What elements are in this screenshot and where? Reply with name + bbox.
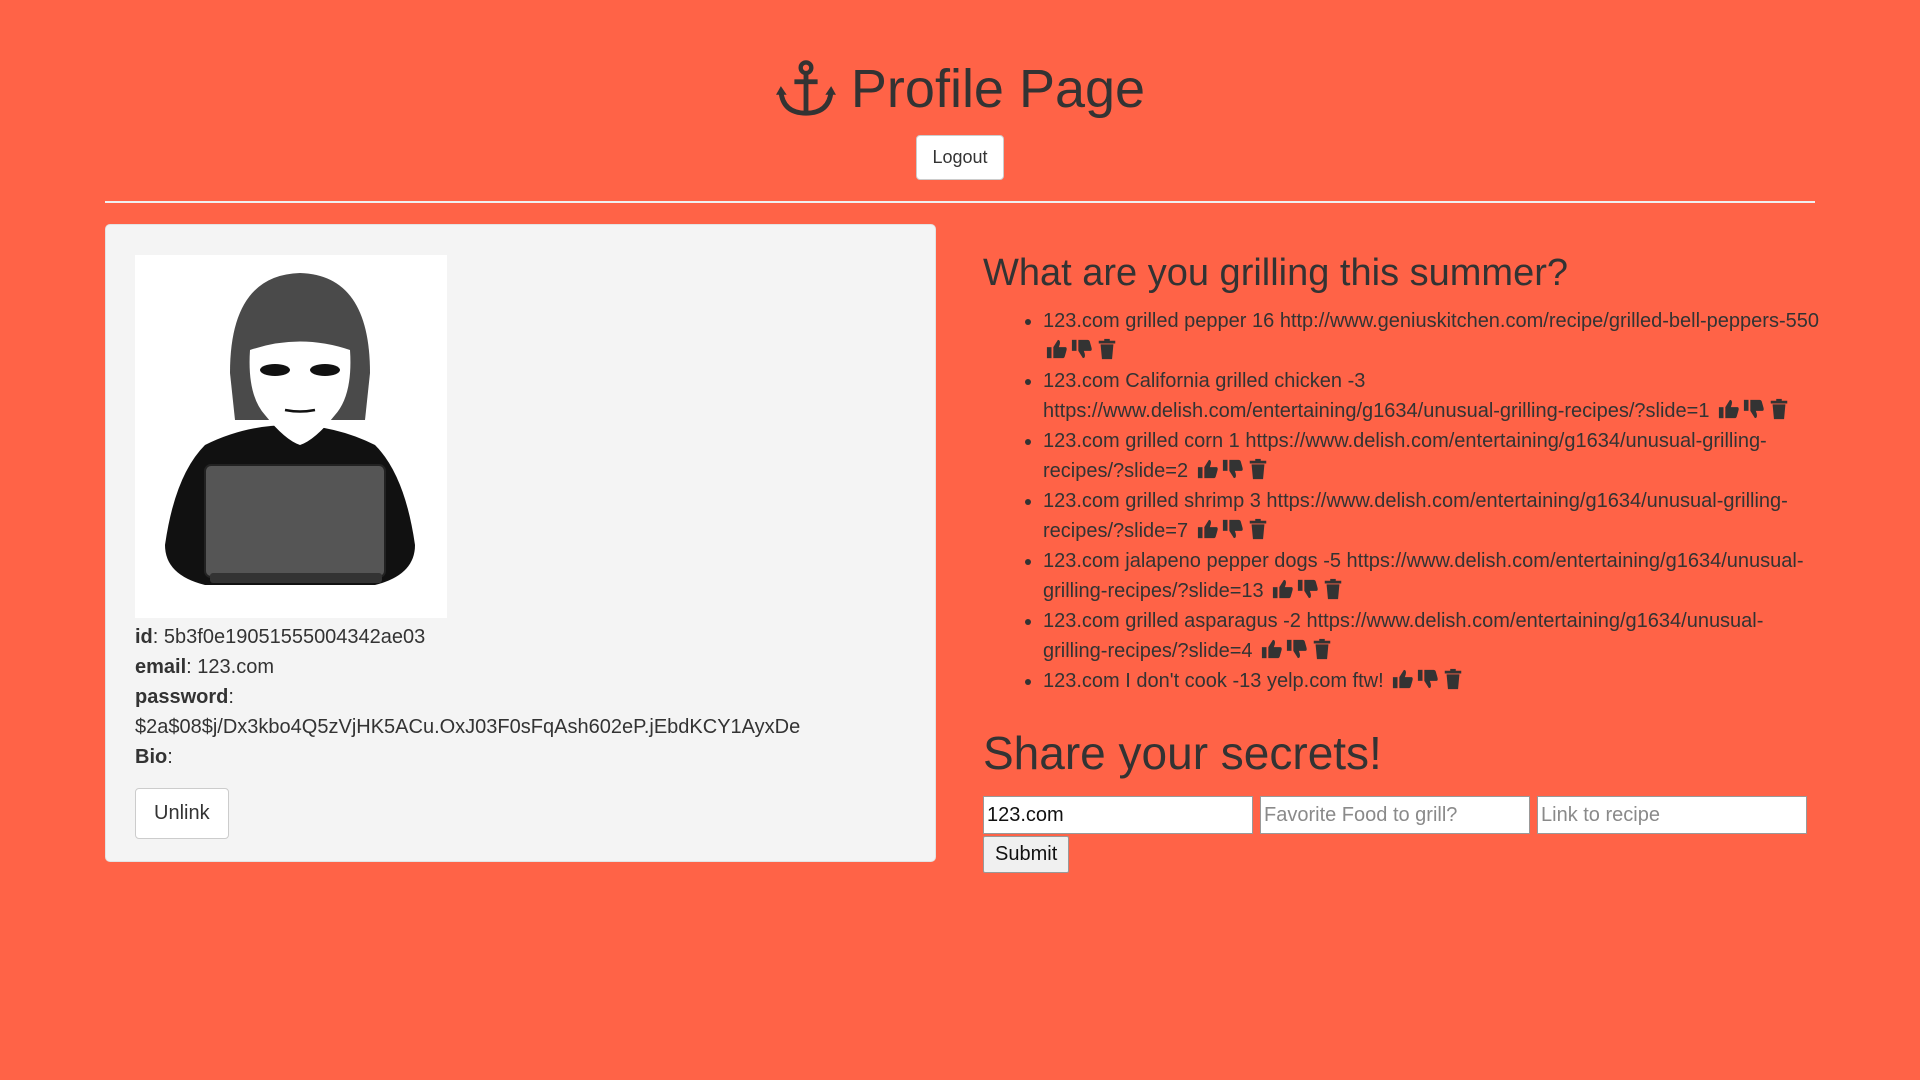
password-value: $2a$08$j/Dx3kbo4Q5zVjHK5ACu.OxJ03F0sFqAs… [135,716,801,738]
profile-email: email: 123.com [135,656,274,678]
post-item: 123.com grilled corn 1 https://www.delis… [1043,426,1823,486]
profile-info: id: 5b3f0e19051555004342ae03 email: 123.… [135,622,906,772]
feed-panel: What are you grilling this summer? 123.c… [983,250,1823,873]
bio-label: Bio [135,746,168,768]
thumbs-down-icon[interactable] [1297,578,1319,600]
thumbs-down-icon[interactable] [1743,398,1765,420]
recipe-link-input[interactable] [1537,796,1807,834]
thumbs-up-icon[interactable] [1718,398,1740,420]
anchor-icon [775,60,836,116]
password-label: password [135,686,229,708]
unlink-button[interactable]: Unlink [135,788,229,839]
profile-card: id: 5b3f0e19051555004342ae03 email: 123.… [105,224,936,862]
post-text: 123.com jalapeno pepper dogs -5 https://… [1043,550,1804,602]
email-value: 123.com [197,656,274,678]
share-heading: Share your secrets! [983,727,1382,779]
trash-icon[interactable] [1247,458,1269,480]
thumbs-up-icon[interactable] [1197,518,1219,540]
thumbs-up-icon[interactable] [1272,578,1294,600]
post-text: 123.com California grilled chicken -3 ht… [1043,370,1710,422]
profile-id: id: 5b3f0e19051555004342ae03 [135,626,426,648]
thumbs-up-icon[interactable] [1046,338,1068,360]
header-divider [105,201,1815,203]
share-form [983,796,1823,834]
post-item: 123.com grilled asparagus -2 https://www… [1043,606,1823,666]
id-label: id [135,626,153,648]
profile-password: password: $2a$08$j/Dx3kbo4Q5zVjHK5ACu.Ox… [135,682,906,742]
thumbs-down-icon[interactable] [1222,518,1244,540]
thumbs-down-icon[interactable] [1286,638,1308,660]
trash-icon[interactable] [1442,668,1464,690]
thumbs-up-icon[interactable] [1261,638,1283,660]
submit-button[interactable]: Submit [983,836,1070,873]
post-item: 123.com California grilled chicken -3 ht… [1043,366,1823,426]
thumbs-down-icon[interactable] [1222,458,1244,480]
post-text: 123.com I don't cook -13 yelp.com ftw! [1043,670,1384,692]
email-field[interactable] [983,796,1253,834]
thumbs-down-icon[interactable] [1417,668,1439,690]
post-text: 123.com grilled shrimp 3 https://www.del… [1043,490,1788,542]
post-item: 123.com grilled shrimp 3 https://www.del… [1043,486,1823,546]
food-input[interactable] [1260,796,1530,834]
post-item: 123.com grilled pepper 16 http://www.gen… [1043,306,1823,366]
page-header: Profile Page Logout [0,0,1920,180]
id-value: 5b3f0e19051555004342ae03 [163,626,426,648]
post-text: 123.com grilled pepper 16 http://www.gen… [1043,310,1819,332]
post-list: 123.com grilled pepper 16 http://www.gen… [983,306,1823,696]
thumbs-up-icon[interactable] [1392,668,1414,690]
trash-icon[interactable] [1322,578,1344,600]
feed-heading: What are you grilling this summer? [983,252,1568,294]
email-label: email [135,656,187,678]
profile-bio: Bio: [135,746,173,768]
trash-icon[interactable] [1311,638,1333,660]
post-text: 123.com grilled asparagus -2 https://www… [1043,610,1764,662]
trash-icon[interactable] [1768,398,1790,420]
trash-icon[interactable] [1096,338,1118,360]
thumbs-down-icon[interactable] [1071,338,1093,360]
thumbs-up-icon[interactable] [1197,458,1219,480]
logout-button[interactable]: Logout [916,135,1004,180]
post-item: 123.com jalapeno pepper dogs -5 https://… [1043,546,1823,606]
hooded-hacker-avatar [135,255,447,618]
post-item: 123.com I don't cook -13 yelp.com ftw! [1043,666,1823,696]
trash-icon[interactable] [1247,518,1269,540]
post-text: 123.com grilled corn 1 https://www.delis… [1043,430,1767,482]
page-title: Profile Page [775,56,1145,122]
page-title-text: Profile Page [850,59,1146,119]
